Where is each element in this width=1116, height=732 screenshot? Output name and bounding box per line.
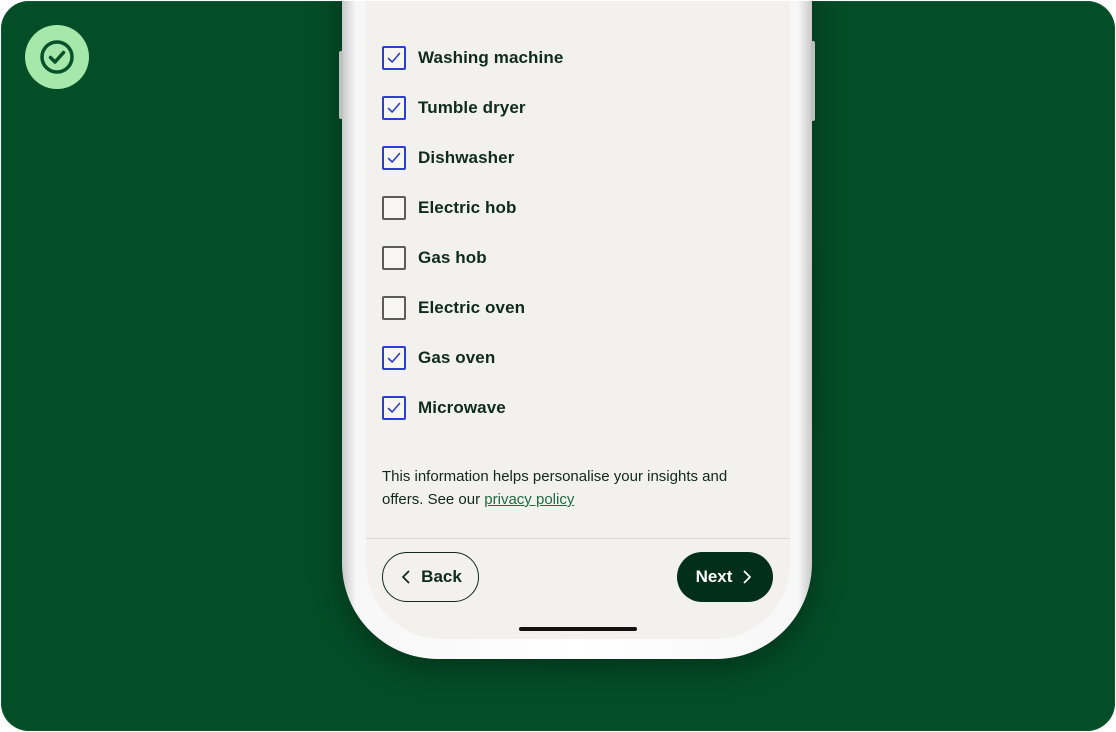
appliance-option[interactable]: Washing machine [382,43,563,73]
appliance-label: Electric hob [418,198,517,217]
appliance-option[interactable]: Electric hob [382,193,563,223]
appliance-option[interactable]: Gas hob [382,243,563,273]
appliance-label: Washing machine [418,48,564,67]
background-panel: Washing machine Tumble dryer Dishwasher [1,1,1115,731]
next-button-label: Next [695,567,733,586]
appliance-option[interactable]: Dishwasher [382,143,563,173]
checkbox[interactable] [382,346,406,370]
checkbox[interactable] [382,396,406,420]
privacy-info-text: This information helps personalise your … [382,465,772,511]
appliance-label: Gas oven [418,348,496,367]
phone-side-button [339,51,343,119]
checkbox[interactable] [382,96,406,120]
appliance-option[interactable]: Gas oven [382,343,563,373]
chevron-right-icon [744,570,752,584]
chevron-left-icon [402,570,410,584]
appliance-label: Electric oven [418,298,526,317]
check-icon [387,52,401,63]
privacy-policy-link[interactable]: privacy policy [484,491,574,508]
appliance-list: Washing machine Tumble dryer Dishwasher [382,43,563,443]
back-button[interactable]: Back [382,552,479,602]
phone-screen: Washing machine Tumble dryer Dishwasher [366,1,790,639]
checkbox[interactable] [382,46,406,70]
appliance-label: Tumble dryer [418,98,526,117]
home-indicator [519,627,637,631]
check-icon [387,352,401,363]
appliance-option[interactable]: Microwave [382,393,563,423]
check-icon [387,402,401,413]
checkbox[interactable] [382,246,406,270]
check-circle-icon [40,40,74,74]
appliance-label: Gas hob [418,248,487,267]
check-icon [387,102,401,113]
back-button-label: Back [421,567,462,586]
next-button[interactable]: Next [677,552,773,602]
success-badge [25,25,89,89]
phone-side-button [811,41,815,121]
footer-divider [366,538,790,539]
appliance-option[interactable]: Electric oven [382,293,563,323]
phone-frame: Washing machine Tumble dryer Dishwasher [339,1,815,659]
appliance-label: Microwave [418,398,506,417]
check-icon [387,152,401,163]
checkbox[interactable] [382,296,406,320]
checkbox[interactable] [382,196,406,220]
checkbox[interactable] [382,146,406,170]
appliance-label: Dishwasher [418,148,515,167]
appliance-option[interactable]: Tumble dryer [382,93,563,123]
